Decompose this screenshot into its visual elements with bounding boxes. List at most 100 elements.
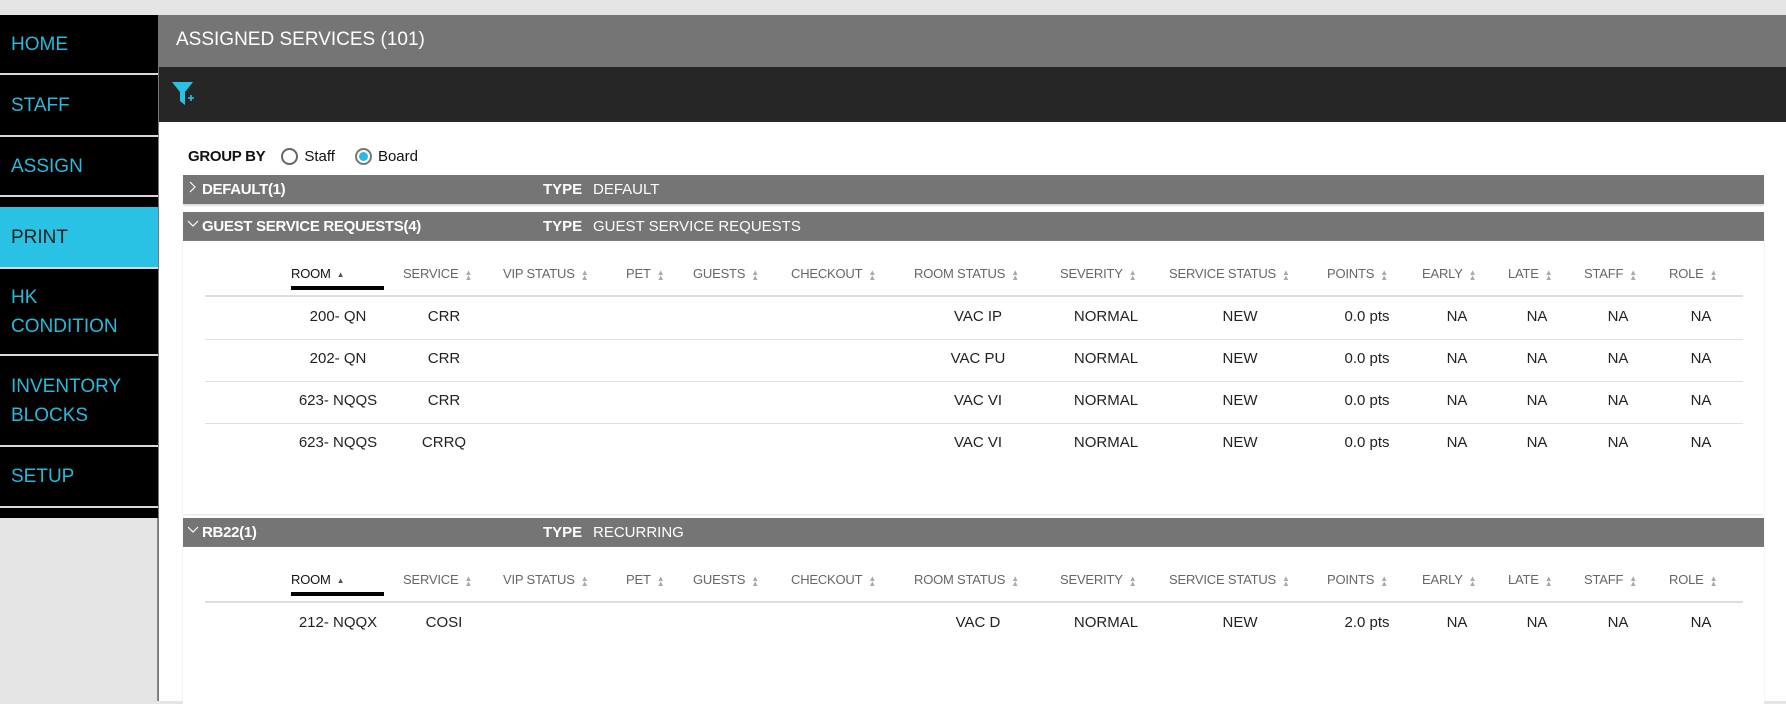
column-header-pet[interactable]: PET▲▲ xyxy=(626,266,664,281)
column-header-role[interactable]: ROLE▲▲ xyxy=(1669,266,1717,281)
column-header-role[interactable]: ROLE▲▲ xyxy=(1669,572,1717,587)
chevron-right-icon[interactable] xyxy=(186,180,200,194)
sort-icon: ▲▲ xyxy=(581,270,589,280)
column-header-label: GUESTS xyxy=(693,266,745,281)
add-filter-button[interactable] xyxy=(169,78,199,108)
sidebar-item-label: ASSIGN xyxy=(11,152,83,181)
sort-icon: ▲▲ xyxy=(1011,576,1019,586)
sidebar-item-setup[interactable]: SETUP xyxy=(0,447,158,508)
active-sort-underline xyxy=(291,592,384,596)
column-header-label: STAFF xyxy=(1584,266,1623,281)
cell-room-status: VAC IP xyxy=(954,308,1002,325)
cell-room-status: VAC VI xyxy=(954,434,1002,451)
table-row[interactable]: 623- NQQSCRRQVAC VINORMALNEW0.0 ptsNANAN… xyxy=(183,423,1764,464)
cell-late: NA xyxy=(1527,614,1548,631)
cell-points: 0.0 pts xyxy=(1344,434,1389,451)
group-name: RB22(1) xyxy=(202,524,257,541)
column-header-guests[interactable]: GUESTS▲▲ xyxy=(693,572,759,587)
sidebar-item-label: SETUP xyxy=(11,462,74,491)
toolbar xyxy=(159,67,1786,122)
sidebar-item-inventory-blocks[interactable]: INVENTORY BLOCKS xyxy=(0,356,158,447)
window-top-strip xyxy=(0,0,1786,15)
column-header-service-status[interactable]: SERVICE STATUS▲▲ xyxy=(1169,572,1290,587)
cell-early: NA xyxy=(1447,614,1468,631)
group-by-staff-radio[interactable]: Staff xyxy=(281,148,335,165)
group-header-bar[interactable]: GUEST SERVICE REQUESTS(4)TYPEGUEST SERVI… xyxy=(183,212,1764,241)
column-header-severity[interactable]: SEVERITY▲▲ xyxy=(1060,266,1136,281)
column-header-staff[interactable]: STAFF ▲▲ xyxy=(1584,572,1637,587)
cell-role: NA xyxy=(1691,350,1712,367)
sort-icon: ▲▲ xyxy=(1282,270,1290,280)
radio-unchecked-icon[interactable] xyxy=(281,148,298,165)
column-header-label: ROOM xyxy=(291,266,331,281)
cell-early: NA xyxy=(1447,350,1468,367)
column-header-early[interactable]: EARLY▲▲ xyxy=(1422,572,1476,587)
column-header-room[interactable]: ROOM▲ xyxy=(291,266,344,281)
column-header-label: ROOM xyxy=(291,572,331,587)
cell-staff: NA xyxy=(1608,614,1629,631)
column-header-label: SERVICE STATUS xyxy=(1169,572,1276,587)
column-header-staff[interactable]: STAFF▲▲ xyxy=(1584,266,1637,281)
column-header-vip-status[interactable]: VIP STATUS▲▲ xyxy=(503,266,588,281)
cell-points: 2.0 pts xyxy=(1344,614,1389,631)
column-header-service-status[interactable]: SERVICE STATUS ▲▲ xyxy=(1169,266,1290,281)
sort-icon: ▲▲ xyxy=(464,576,472,586)
column-header-checkout[interactable]: CHECKOUT▲▲ xyxy=(791,572,876,587)
column-header-service[interactable]: SERVICE▲▲ xyxy=(403,266,472,281)
column-header-vip-status[interactable]: VIP STATUS▲▲ xyxy=(503,572,588,587)
column-header-label: EARLY xyxy=(1422,266,1463,281)
radio-checked-icon[interactable] xyxy=(355,148,372,165)
sidebar-item-print[interactable]: PRINT xyxy=(0,207,169,267)
column-header-label: PET xyxy=(626,266,651,281)
sidebar-item-label: HK xyxy=(11,283,118,312)
cell-role: NA xyxy=(1691,308,1712,325)
column-header-room-status[interactable]: ROOM STATUS▲▲ xyxy=(914,572,1019,587)
group-type-label: TYPE xyxy=(543,218,582,235)
group-header-bar[interactable]: DEFAULT(1)TYPEDEFAULT xyxy=(183,175,1764,204)
column-header-points[interactable]: POINTS▲▲ xyxy=(1327,266,1388,281)
column-header-checkout[interactable]: CHECKOUT▲▲ xyxy=(791,266,876,281)
sort-ascending-icon: ▲ xyxy=(337,578,345,583)
sidebar-item-hk-condition[interactable]: HK CONDITION xyxy=(0,267,158,356)
column-header-label: SEVERITY xyxy=(1060,266,1123,281)
chevron-down-icon[interactable] xyxy=(186,217,200,231)
table-row[interactable]: 200- QNCRRVAC IPNORMALNEW0.0 ptsNANANANA xyxy=(183,297,1764,338)
sidebar-item-home[interactable]: HOME xyxy=(0,15,158,75)
column-header-label: SERVICE STATUS xyxy=(1169,266,1276,281)
column-header-points[interactable]: POINTS▲▲ xyxy=(1327,572,1388,587)
column-header-label: STAFF xyxy=(1584,572,1623,587)
sort-icon: ▲▲ xyxy=(1545,576,1553,586)
sort-icon: ▲▲ xyxy=(868,270,876,280)
cell-room: 212- NQQX xyxy=(299,614,377,631)
column-header-late[interactable]: LATE▲▲ xyxy=(1508,572,1552,587)
group-header-bar[interactable]: RB22(1)TYPERECURRING xyxy=(183,518,1764,547)
table-row[interactable]: 623- NQQSCRRVAC VINORMALNEW0.0 ptsNANANA… xyxy=(183,381,1764,422)
column-header-room[interactable]: ROOM ▲ xyxy=(291,572,344,587)
cell-early: NA xyxy=(1447,434,1468,451)
page-header: ASSIGNED SERVICES (101) xyxy=(159,15,1786,67)
sort-icon: ▲▲ xyxy=(1380,270,1388,280)
group-by-board-radio[interactable]: Board xyxy=(355,148,418,165)
sidebar-item-assign[interactable]: ASSIGN xyxy=(0,137,158,197)
table-row[interactable]: 212- NQQXCOSIVAC DNORMALNEW2.0 ptsNANANA… xyxy=(183,603,1764,644)
column-header-label: SERVICE xyxy=(403,266,458,281)
sort-icon: ▲▲ xyxy=(1629,576,1637,586)
column-header-pet[interactable]: PET▲▲ xyxy=(626,572,664,587)
sidebar-item-label: HOME xyxy=(11,30,68,59)
column-header-early[interactable]: EARLY▲▲ xyxy=(1422,266,1476,281)
column-header-late[interactable]: LATE▲▲ xyxy=(1508,266,1552,281)
table-row[interactable]: 202- QNCRRVAC PUNORMALNEW0.0 ptsNANANANA xyxy=(183,339,1764,380)
sidebar-item-staff[interactable]: STAFF xyxy=(0,75,158,137)
column-header-service[interactable]: SERVICE▲▲ xyxy=(403,572,472,587)
cell-room: 623- NQQS xyxy=(299,392,377,409)
column-header-label: POINTS xyxy=(1327,572,1374,587)
cell-late: NA xyxy=(1527,434,1548,451)
column-header-severity[interactable]: SEVERITY▲▲ xyxy=(1060,572,1136,587)
column-header-guests[interactable]: GUESTS▲▲ xyxy=(693,266,759,281)
column-header-room-status[interactable]: ROOM STATUS▲▲ xyxy=(914,266,1019,281)
cell-severity: NORMAL xyxy=(1074,392,1138,409)
group-type-value: DEFAULT xyxy=(593,181,659,198)
chevron-down-icon[interactable] xyxy=(186,523,200,537)
radio-label: Board xyxy=(378,148,418,165)
column-header-label: ROOM STATUS xyxy=(914,266,1005,281)
